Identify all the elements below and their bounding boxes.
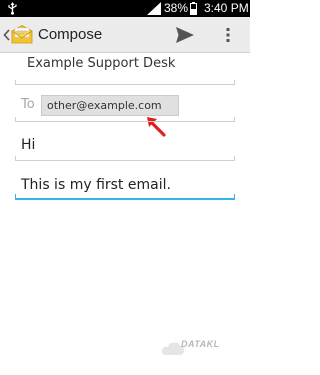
subject-field-underline xyxy=(15,156,235,162)
usb-icon xyxy=(8,2,17,15)
body-field-underline xyxy=(15,194,235,200)
body-field[interactable]: This is my first email. xyxy=(21,176,171,194)
status-bar: 38% 3:40 PM xyxy=(0,0,250,17)
battery-percent: 38% xyxy=(164,1,189,15)
recipient-chip[interactable]: other@example.com xyxy=(41,95,179,116)
battery-icon xyxy=(190,2,197,15)
to-field-underline xyxy=(15,117,235,123)
signal-icon xyxy=(147,2,161,15)
watermark-text: DATAKL xyxy=(181,339,220,349)
clock: 3:40 PM xyxy=(204,1,249,15)
to-label: To xyxy=(21,97,35,112)
page-title: Compose xyxy=(38,26,103,43)
from-account-selector[interactable]: Example Support Desk xyxy=(27,56,175,72)
action-bar: Compose xyxy=(0,17,250,53)
recipient-address: other@example.com xyxy=(47,99,162,112)
up-navigation-button[interactable] xyxy=(1,25,33,45)
send-icon[interactable] xyxy=(175,26,195,44)
back-chevron-icon xyxy=(3,29,10,41)
subject-field[interactable]: Hi xyxy=(21,136,35,154)
overflow-menu-icon[interactable] xyxy=(222,26,234,44)
mail-app-icon xyxy=(11,25,33,44)
from-field-underline xyxy=(15,80,235,86)
annotation-arrow-icon xyxy=(147,117,166,137)
